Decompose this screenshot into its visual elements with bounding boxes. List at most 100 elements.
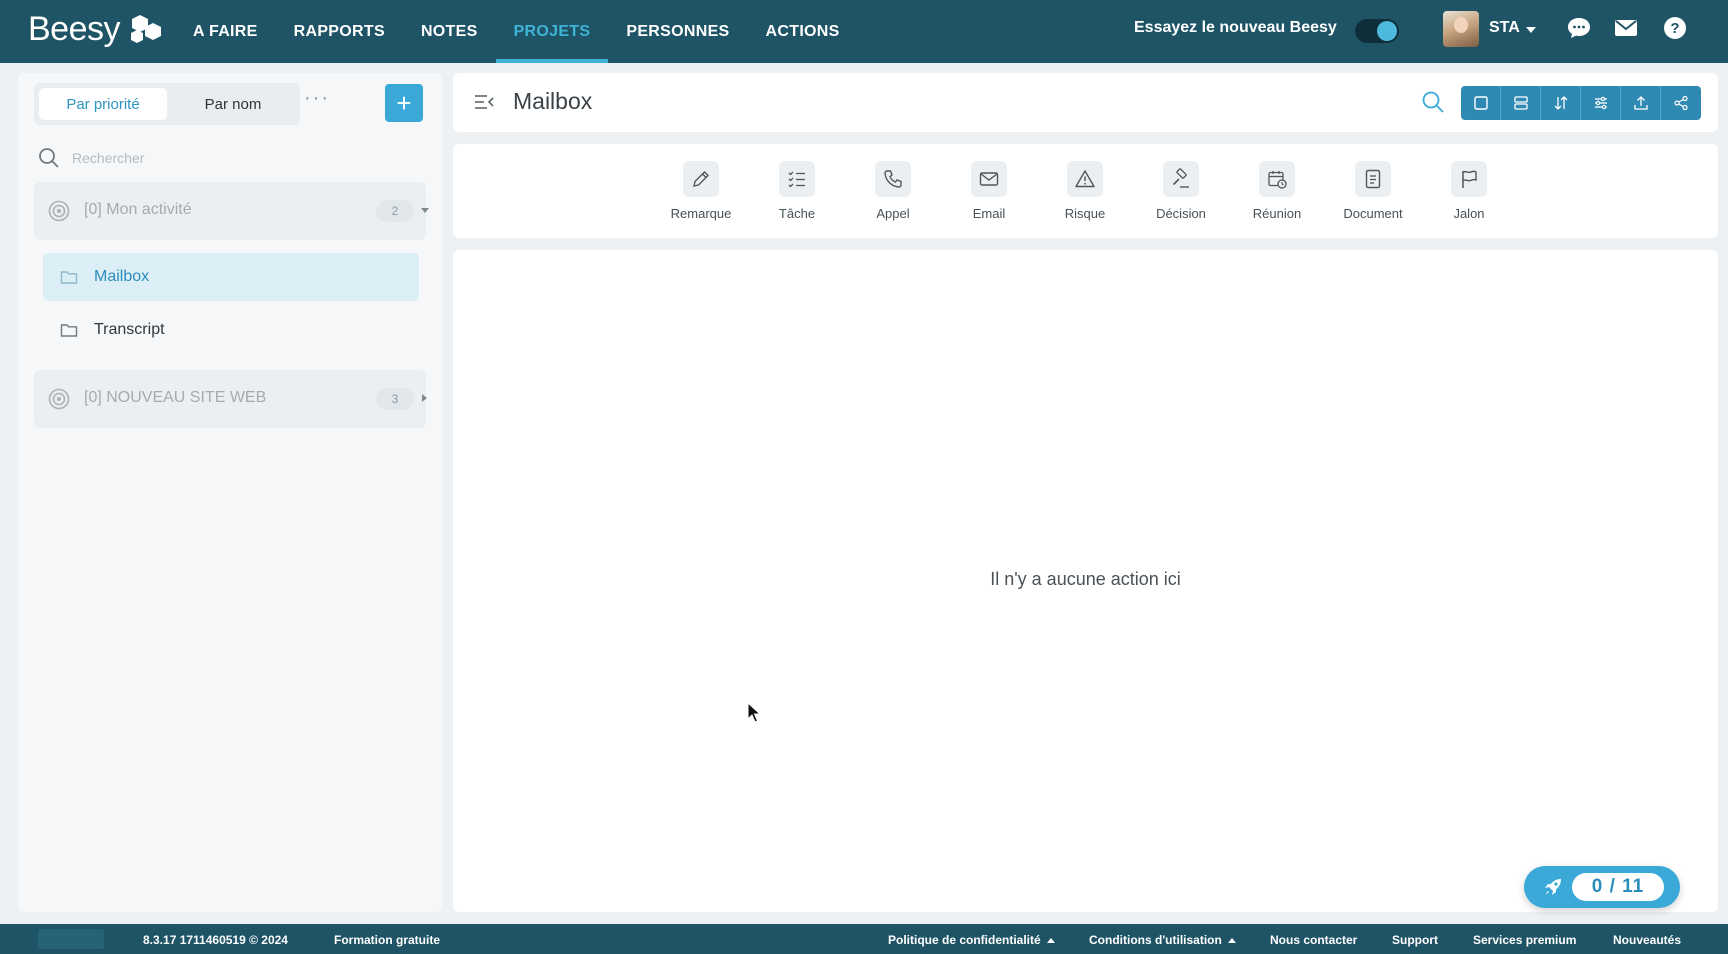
footer-link-terms[interactable]: Conditions d'utilisation <box>1089 933 1236 947</box>
user-menu-caret-icon[interactable] <box>1526 27 1536 33</box>
add-remarque-button[interactable]: Remarque <box>653 161 749 221</box>
sort-icon <box>1554 96 1567 110</box>
folder-item-transcript[interactable]: Transcript <box>43 306 419 354</box>
more-options-button[interactable]: ··· <box>304 88 330 108</box>
caret-up-icon <box>1227 938 1236 943</box>
target-icon <box>48 388 70 410</box>
chevron-down-icon[interactable] <box>421 208 429 213</box>
nav-a-faire[interactable]: A FAIRE <box>175 0 276 63</box>
pencil-icon <box>693 171 709 187</box>
flag-icon <box>1462 170 1477 188</box>
collapse-sidebar-icon[interactable] <box>473 92 495 112</box>
footer-link-news[interactable]: Nouveautés <box>1613 933 1681 947</box>
phone-icon <box>884 170 902 188</box>
filter-icon <box>1594 96 1607 110</box>
filter-button[interactable] <box>1581 86 1621 120</box>
add-decision-button[interactable]: Décision <box>1133 161 1229 221</box>
add-email-button[interactable]: Email <box>941 161 1037 221</box>
sidebar-search[interactable]: Rechercher <box>38 143 418 173</box>
single-view-icon <box>1473 96 1488 110</box>
export-button[interactable] <box>1621 86 1661 120</box>
share-icon <box>1674 95 1688 111</box>
logo-text: Beesy <box>28 10 121 48</box>
export-icon <box>1633 96 1648 110</box>
action-label: Email <box>972 206 1006 221</box>
footer-link-formation[interactable]: Formation gratuite <box>334 933 440 947</box>
hexagon-logo-icon <box>131 14 161 43</box>
folder-icon <box>60 324 78 337</box>
chat-icon[interactable] <box>1566 15 1592 41</box>
project-group-nouveau-site-web[interactable]: [0] NOUVEAU SITE WEB 3 <box>34 370 427 428</box>
nav-actions[interactable]: ACTIONS <box>748 0 858 63</box>
warning-icon <box>1075 170 1095 188</box>
add-appel-button[interactable]: Appel <box>845 161 941 221</box>
group-title: [0] NOUVEAU SITE WEB <box>84 389 267 406</box>
group-title: [0] Mon activité <box>84 201 192 218</box>
add-action-toolbar: Remarque Tâche Appel Email Risque Décisi… <box>453 144 1718 238</box>
folder-icon <box>60 271 78 284</box>
folder-label: Transcript <box>94 321 165 338</box>
nav-rapports[interactable]: RAPPORTS <box>276 0 403 63</box>
empty-state-message: Il n'y a aucune action ici <box>990 569 1181 589</box>
footer-link-label: Politique de confidentialité <box>888 933 1041 947</box>
footer-link-support[interactable]: Support <box>1392 933 1438 947</box>
sort-segmented-control: Par priorité Par nom <box>34 83 300 125</box>
footer-logo <box>38 929 104 949</box>
try-new-beesy-label: Essayez le nouveau Beesy <box>1134 19 1337 36</box>
action-label: Risque <box>1064 206 1106 221</box>
progress-count: 0 / 11 <box>1572 873 1664 901</box>
footer-link-premium[interactable]: Services premium <box>1473 933 1576 947</box>
add-project-button[interactable]: + <box>385 84 423 122</box>
search-icon[interactable] <box>1421 90 1445 114</box>
single-view-button[interactable] <box>1461 86 1501 120</box>
user-initials[interactable]: STA <box>1489 19 1520 37</box>
toggle-knob <box>1377 21 1397 41</box>
folder-item-mailbox[interactable]: Mailbox <box>43 253 419 301</box>
page-title: Mailbox <box>513 88 593 114</box>
onboarding-progress-button[interactable]: 0 / 11 <box>1524 866 1680 908</box>
document-icon <box>1365 169 1381 189</box>
sort-by-name-tab[interactable]: Par nom <box>172 88 294 120</box>
add-risque-button[interactable]: Risque <box>1037 161 1133 221</box>
group-count-badge: 3 <box>376 388 414 410</box>
checklist-icon <box>788 171 805 188</box>
chevron-right-icon[interactable] <box>422 394 427 402</box>
action-label: Jalon <box>1453 206 1485 221</box>
target-icon <box>48 200 70 222</box>
share-button[interactable] <box>1661 86 1701 120</box>
sort-by-priority-tab[interactable]: Par priorité <box>39 88 167 120</box>
sort-button[interactable] <box>1541 86 1581 120</box>
footer-link-contact[interactable]: Nous contacter <box>1270 933 1357 947</box>
mail-icon[interactable] <box>1613 15 1639 41</box>
nav-personnes[interactable]: PERSONNES <box>608 0 747 63</box>
footer-link-privacy[interactable]: Politique de confidentialité <box>888 933 1055 947</box>
caret-up-icon <box>1046 938 1055 943</box>
main-nav: A FAIRE RAPPORTS NOTES PROJETS PERSONNES… <box>175 0 858 63</box>
footer-link-label: Conditions d'utilisation <box>1089 933 1222 947</box>
envelope-icon <box>979 172 999 186</box>
add-tache-button[interactable]: Tâche <box>749 161 845 221</box>
action-label: Remarque <box>670 206 732 221</box>
folder-label: Mailbox <box>94 268 150 285</box>
project-group-mon-activite[interactable]: [0] Mon activité 2 <box>34 182 429 240</box>
search-icon <box>39 148 59 168</box>
calendar-clock-icon <box>1268 171 1287 189</box>
list-view-button[interactable] <box>1501 86 1541 120</box>
version-text: 8.3.17 1711460519 © 2024 <box>143 933 288 947</box>
main-header: Mailbox <box>453 73 1718 132</box>
action-label: Appel <box>876 206 910 221</box>
help-icon[interactable]: ? <box>1662 15 1688 41</box>
nav-notes[interactable]: NOTES <box>403 0 496 63</box>
user-avatar[interactable] <box>1443 11 1479 47</box>
beesy-logo[interactable]: Beesy <box>28 10 166 49</box>
actions-content-area: Il n'y a aucune action ici <box>453 250 1718 912</box>
add-document-button[interactable]: Document <box>1325 161 1421 221</box>
group-count-badge: 2 <box>376 200 414 222</box>
footer-bar: 8.3.17 1711460519 © 2024 Formation gratu… <box>0 924 1728 954</box>
new-beesy-toggle[interactable] <box>1355 19 1399 43</box>
gavel-icon <box>1172 168 1189 188</box>
add-jalon-button[interactable]: Jalon <box>1421 161 1517 221</box>
nav-projets[interactable]: PROJETS <box>495 0 609 63</box>
add-reunion-button[interactable]: Réunion <box>1229 161 1325 221</box>
action-label: Réunion <box>1252 206 1302 221</box>
